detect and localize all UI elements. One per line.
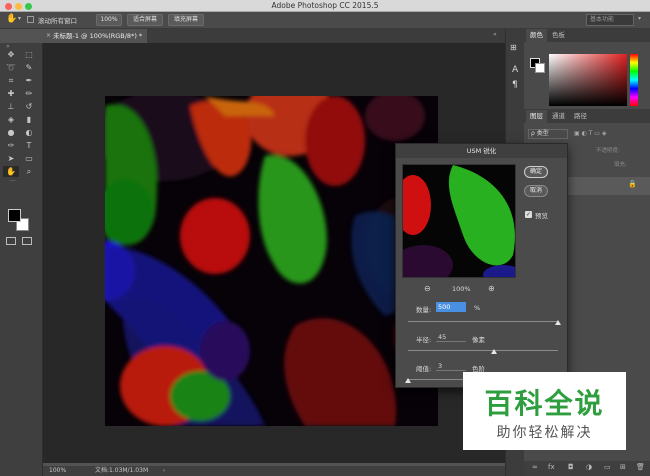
document-tab-bar: × 未标题-1 @ 100%(RGB/8*) * «	[43, 29, 505, 43]
watermark-logo: 百科全说 助你轻松解决	[463, 372, 626, 450]
color-picker-field[interactable]	[549, 54, 627, 106]
amount-label: 数量:	[416, 306, 432, 314]
amount-slider[interactable]	[408, 321, 558, 322]
radius-unit: 像素	[472, 336, 485, 344]
radius-slider-thumb[interactable]	[490, 349, 497, 354]
cancel-button[interactable]: 取消	[524, 185, 548, 197]
quick-select-tool-icon[interactable]: ✎	[21, 62, 37, 73]
screen-mode-icon[interactable]	[22, 237, 32, 245]
fit-screen-button[interactable]: 适合屏幕	[127, 14, 163, 26]
watermark-title: 百科全说	[484, 387, 605, 420]
tab-swatches[interactable]: 色板	[548, 29, 569, 42]
tab-channels[interactable]: 通道	[548, 110, 569, 123]
paragraph-panel-icon[interactable]: ¶	[512, 80, 518, 90]
quick-mask-icon[interactable]	[6, 237, 16, 245]
dodge-tool-icon[interactable]: ◐	[21, 127, 37, 138]
canvas-artwork[interactable]	[105, 96, 438, 426]
link-layers-icon[interactable]: ∞	[532, 463, 538, 471]
hand-tool-icon[interactable]: ✋	[3, 166, 19, 177]
more-tools-icon[interactable]: ···	[10, 179, 34, 185]
crop-tool-icon[interactable]: ⌗	[3, 75, 19, 86]
preview-checkbox[interactable]: ✓	[525, 211, 532, 218]
layer-filter-icons[interactable]: ▣ ◐ T ▭ ◈	[574, 130, 606, 137]
watermark-subtitle: 助你轻松解决	[496, 425, 593, 441]
history-icon[interactable]: ⊞	[510, 43, 517, 52]
amount-slider-thumb[interactable]	[555, 320, 561, 325]
title-bar: Adobe Photoshop CC 2015.5	[0, 0, 650, 12]
dialog-preview-image[interactable]	[402, 164, 516, 278]
document-tab-title: 未标题-1 @ 100%(RGB/8*) *	[53, 32, 143, 40]
preview-zoom-label: 100%	[452, 285, 471, 293]
background-color-chip[interactable]	[535, 63, 545, 73]
amount-unit: %	[474, 304, 481, 312]
type-tool-icon[interactable]: T	[21, 140, 37, 151]
marquee-tool-icon[interactable]: ⬚	[21, 49, 37, 60]
scroll-all-label: 滚动所有窗口	[38, 17, 77, 25]
move-tool-icon[interactable]: ✥	[3, 49, 19, 60]
layer-actions-bar: ∞ fx ◘ ◑ ▭ ⊞ 🗑	[524, 461, 650, 476]
history-brush-tool-icon[interactable]: ↺	[21, 101, 37, 112]
pen-tool-icon[interactable]: ✑	[3, 140, 19, 151]
radius-input[interactable]: 45	[436, 332, 466, 342]
status-doc-info: 文档:1.03M/1.03M	[95, 467, 149, 474]
blur-tool-icon[interactable]: ●	[3, 127, 19, 138]
trash-icon[interactable]: 🗑	[636, 463, 645, 471]
mask-icon[interactable]: ◘	[568, 463, 574, 471]
clone-stamp-tool-icon[interactable]: ⊥	[3, 101, 19, 112]
gradient-tool-icon[interactable]: ▮	[21, 114, 37, 125]
shape-tool-icon[interactable]: ▭	[21, 153, 37, 164]
close-tab-icon[interactable]: ×	[46, 29, 51, 43]
status-zoom: 100%	[49, 467, 67, 474]
amount-input[interactable]: 500	[436, 302, 466, 312]
abstract-artwork-image	[105, 96, 438, 426]
hand-tool-preset-icon[interactable]: ✋	[6, 14, 17, 24]
radius-label: 半径:	[416, 336, 432, 344]
preview-label: 预览	[535, 212, 548, 220]
group-icon[interactable]: ▭	[604, 463, 611, 471]
chevron-down-icon[interactable]: ▾	[18, 15, 21, 22]
brush-tool-icon[interactable]: ✏	[21, 88, 37, 99]
zoom-100-button[interactable]: 100%	[96, 14, 122, 26]
adjustment-icon[interactable]: ◑	[586, 463, 592, 471]
opacity-label: 不透明度:	[596, 148, 620, 154]
scroll-all-checkbox[interactable]	[27, 16, 34, 23]
chevron-down-icon: ▾	[638, 15, 642, 22]
foreground-color-swatch-front[interactable]	[8, 209, 21, 222]
hue-slider[interactable]	[630, 54, 638, 106]
path-select-tool-icon[interactable]: ➤	[3, 153, 19, 164]
fill-label: 填充:	[614, 162, 627, 168]
threshold-slider-thumb[interactable]	[405, 378, 411, 383]
threshold-label: 阈值:	[416, 365, 432, 373]
zoom-in-icon[interactable]: ⊕	[488, 284, 495, 293]
workspace-select[interactable]: 基本功能	[586, 14, 634, 26]
radius-slider[interactable]	[408, 350, 558, 351]
new-layer-icon[interactable]: ⊞	[620, 463, 626, 471]
options-bar: ✋ ▾ 滚动所有窗口 100% 适合屏幕 填充屏幕 基本功能 ▾	[0, 12, 650, 29]
fill-screen-button[interactable]: 填充屏幕	[168, 14, 204, 26]
collapse-panels-icon[interactable]: «	[493, 31, 497, 38]
tab-paths[interactable]: 路径	[570, 110, 591, 123]
fx-icon[interactable]: fx	[548, 463, 555, 471]
unsharp-mask-dialog: USM 锐化 ⊖ 100% ⊕ 确定 取消 ✓ 预览 数量: 500 % 半径:…	[395, 143, 568, 388]
eyedropper-tool-icon[interactable]: ✒	[21, 75, 37, 86]
ok-button[interactable]: 确定	[524, 166, 548, 178]
document-tab[interactable]: × 未标题-1 @ 100%(RGB/8*) *	[43, 29, 147, 43]
status-menu-icon[interactable]: ›	[163, 466, 165, 476]
lasso-tool-icon[interactable]: ➰	[3, 62, 19, 73]
tab-layers[interactable]: 图层	[526, 110, 547, 123]
toolbox: » ✥ ⬚ ➰ ✎ ⌗ ✒ ✚ ✏ ⊥ ↺ ◈ ▮ ● ◐ ✑ T ➤ ▭ ✋ …	[0, 43, 43, 476]
zoom-tool-icon[interactable]: ⌕	[21, 166, 37, 177]
preview-artwork	[403, 165, 515, 277]
status-bar: 100% 文档:1.03M/1.03M ›	[43, 466, 505, 476]
zoom-out-icon[interactable]: ⊖	[424, 284, 431, 293]
layer-kind-filter[interactable]: ρ 类型	[528, 129, 568, 139]
dialog-title: USM 锐化	[396, 144, 567, 158]
lock-icon: 🔒	[628, 180, 637, 188]
healing-brush-tool-icon[interactable]: ✚	[3, 88, 19, 99]
eraser-tool-icon[interactable]: ◈	[3, 114, 19, 125]
threshold-input[interactable]: 3	[436, 361, 466, 371]
app-title: Adobe Photoshop CC 2015.5	[271, 1, 379, 10]
tab-color[interactable]: 颜色	[526, 29, 547, 42]
character-panel-icon[interactable]: A	[512, 65, 518, 75]
